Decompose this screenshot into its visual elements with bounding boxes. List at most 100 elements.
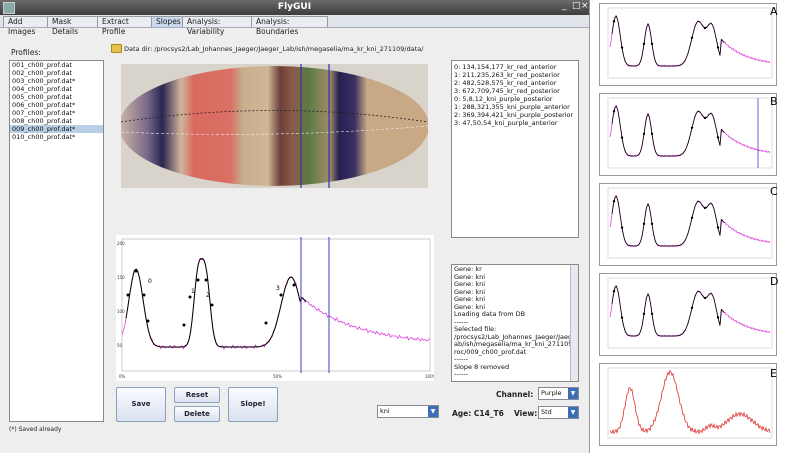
panel-b <box>599 93 777 176</box>
panel-point <box>716 136 720 139</box>
folder-icon[interactable] <box>111 44 122 53</box>
slopes-list: 0: 134,154,177_kr_red_anterior 1: 211,235… <box>451 60 579 238</box>
fit-point <box>134 269 138 273</box>
view-select[interactable]: Std ▼ <box>538 406 579 419</box>
panel-point <box>703 206 707 210</box>
gene-select-value: kni <box>380 407 390 415</box>
fit-point <box>146 319 150 323</box>
maximize-icon[interactable]: □ <box>572 1 581 11</box>
view-select-value: Std <box>541 408 552 416</box>
point-label: 3 <box>276 285 280 292</box>
slope-list-item[interactable]: 0: 134,154,177_kr_red_anterior <box>452 63 578 71</box>
panel-point <box>642 132 646 136</box>
profile-list-item[interactable]: 007_ch00_prof.dat* <box>10 109 103 117</box>
tab-mask-details[interactable]: Mask Details <box>47 16 101 36</box>
panel-point <box>690 36 694 39</box>
point-label: 1 <box>191 288 195 295</box>
y-tick-label: 100 <box>117 309 125 314</box>
panel-point <box>703 296 707 300</box>
fit-point <box>210 303 214 307</box>
channel-select-value: Purple <box>541 389 562 397</box>
log-line[interactable]: Loading data from DB <box>452 310 578 319</box>
fit-point <box>188 295 192 299</box>
panel-label-b: B <box>770 95 778 108</box>
panel-point <box>620 316 624 319</box>
gene-select[interactable]: kni ▼ <box>377 405 439 418</box>
panel-point <box>642 42 646 46</box>
status-text: (*) Saved already <box>9 426 62 433</box>
data-dir-label: Data dir: /procsys2/Lab_Johannes_Jaeger/… <box>124 45 424 53</box>
fit-point <box>182 323 186 327</box>
slope-list-item[interactable]: 1: 288,321,355_kni_purple_anterior <box>452 103 578 111</box>
panel-label-c: C <box>770 185 778 198</box>
chevron-down-icon: ▼ <box>568 388 578 399</box>
log-line[interactable]: Slope 8 removed <box>452 363 578 372</box>
slope-list-item[interactable]: 3: 672,709,745_kr_red_posterior <box>452 87 578 95</box>
tab-extract-profile[interactable]: Extract Profile <box>97 16 155 36</box>
log-scrollbar[interactable] <box>570 265 578 381</box>
window-title: FlyGUI <box>277 2 312 12</box>
slope-button[interactable]: Slope! <box>228 387 278 422</box>
view-label: View: <box>514 409 538 418</box>
slope-list-item[interactable]: 2: 482,528,575_kr_red_anterior <box>452 79 578 87</box>
y-tick-label: 50 <box>117 343 123 348</box>
fit-point <box>142 293 146 297</box>
slope-list-item[interactable]: 0: 5,8,12_kni_purple_posterior <box>452 95 578 103</box>
fit-point <box>292 283 296 287</box>
tab-add-images[interactable]: Add Images <box>3 16 51 36</box>
profiles-list: 001_ch00_prof.dat 002_ch00_prof.dat 003_ch… <box>9 60 104 422</box>
panel-point <box>690 126 694 129</box>
panel-point <box>650 222 654 226</box>
panel-point <box>716 316 720 319</box>
panel-point <box>612 110 616 113</box>
tab-slopes[interactable]: Slopes <box>151 16 186 27</box>
fit-point <box>264 321 268 325</box>
tab-bar: Add Images Mask Details Extract Profile … <box>0 15 589 36</box>
delete-button[interactable]: Delete <box>174 406 220 422</box>
log-line[interactable]: roc/009_ch00_prof.dat <box>452 348 578 357</box>
embryo-image <box>121 64 428 188</box>
profile-list-item[interactable]: 006_ch00_prof.dat* <box>10 101 103 109</box>
main-window: FlyGUI _ □ × Add Images Mask Details Ext… <box>0 0 590 453</box>
panel-point <box>612 20 616 23</box>
panel-e <box>599 363 777 446</box>
age-label: Age: C14_T6 <box>452 409 504 418</box>
log-line[interactable]: ------ <box>452 370 578 379</box>
profile-list-item[interactable]: 005_ch00_prof.dat <box>10 93 103 101</box>
panel-point <box>620 226 624 229</box>
slope-list-item[interactable]: 1: 211,235,263_kr_red_posterior <box>452 71 578 79</box>
fit-point <box>279 293 283 297</box>
profile-list-item[interactable]: 003_ch00_prof.dat* <box>10 77 103 85</box>
panel-point <box>612 200 616 203</box>
panel-label-a: A <box>770 5 778 18</box>
chevron-down-icon: ▼ <box>428 406 438 417</box>
profile-list-item[interactable]: 008_ch00_prof.dat <box>10 117 103 125</box>
point-label: 0 <box>148 278 152 285</box>
x-tick-label: 100% <box>425 374 434 379</box>
panel-point <box>716 226 720 229</box>
tab-analysis-variability[interactable]: Analysis: Variability <box>182 16 255 36</box>
panel-point <box>703 116 707 120</box>
panel-d <box>599 273 777 356</box>
channel-label: Channel: <box>496 390 534 399</box>
panel-label-e: E <box>770 367 777 380</box>
tab-analysis-boundaries[interactable]: Analysis: Boundaries <box>251 16 328 36</box>
fit-point <box>196 278 200 282</box>
profile-list-item[interactable]: 004_ch00_prof.dat <box>10 85 103 93</box>
profile-list-item[interactable]: 001_ch00_prof.dat <box>10 61 103 69</box>
reset-button[interactable]: Reset <box>174 387 220 403</box>
y-tick-label: 150 <box>117 275 125 280</box>
channel-select[interactable]: Purple ▼ <box>538 387 579 400</box>
save-button[interactable]: Save <box>116 387 166 422</box>
profile-list-item[interactable]: 002_ch00_prof.dat <box>10 69 103 77</box>
profile-list-item[interactable]: 009_ch00_prof.dat* <box>10 125 103 133</box>
panel-point <box>650 42 654 46</box>
panel-label-d: D <box>770 275 779 288</box>
slope-list-item[interactable]: 2: 369,394,421_kni_purple_posterior <box>452 111 578 119</box>
minimize-icon[interactable]: _ <box>562 1 567 11</box>
slope-list-item[interactable]: 3: 47,50,54_kni_purple_anterior <box>452 119 578 127</box>
point-label: 2 <box>206 292 210 299</box>
chevron-down-icon: ▼ <box>568 407 578 418</box>
profile-list-item[interactable]: 010_ch00_prof.dat* <box>10 133 103 141</box>
close-icon[interactable]: × <box>581 1 589 11</box>
